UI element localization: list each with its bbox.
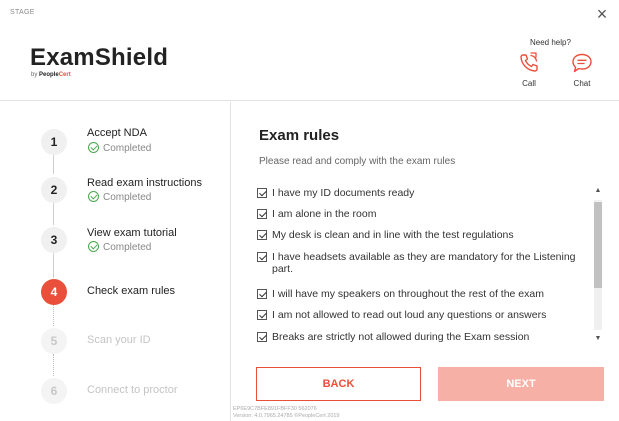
call-label: Call — [522, 79, 536, 88]
step-view-tutorial: 3 View exam tutorial Completed — [0, 227, 230, 267]
checkbox[interactable] — [257, 209, 267, 219]
check-circle-icon — [88, 191, 99, 202]
step-number: 3 — [41, 227, 67, 253]
step-number: 6 — [41, 378, 67, 404]
step-title: Scan your ID — [87, 334, 151, 346]
step-title: Check exam rules — [87, 285, 176, 297]
step-accept-nda: 1 Accept NDA Completed — [0, 124, 230, 164]
checkbox[interactable] — [257, 289, 267, 299]
rule-checkbox-item[interactable]: I will have my speakers on throughout th… — [257, 288, 587, 300]
check-circle-icon — [88, 142, 99, 153]
checkbox[interactable] — [257, 252, 267, 262]
chat-button[interactable]: Chat — [562, 52, 602, 88]
back-button[interactable]: BACK — [256, 367, 421, 401]
step-connect-proctor: 6 Connect to proctor — [0, 378, 230, 418]
step-status: Completed — [88, 142, 151, 154]
next-button[interactable]: NEXT — [438, 367, 604, 401]
checkbox[interactable] — [257, 332, 267, 342]
step-number: 1 — [41, 129, 67, 155]
rule-checkbox-item[interactable]: I am alone in the room — [257, 208, 587, 220]
header: ExamShield by PeopleCert Need help? Call… — [0, 0, 619, 101]
step-number: 4 — [41, 279, 67, 305]
chat-bubble-icon — [572, 53, 592, 73]
phone-call-icon — [520, 52, 538, 72]
rule-checkbox-item[interactable]: Breaks are strictly not allowed during t… — [257, 331, 587, 343]
examshield-logo: ExamShield — [30, 44, 169, 71]
scroll-thumb[interactable] — [594, 202, 602, 288]
steps-sidebar: 1 Accept NDA Completed 2 Read exam instr… — [0, 102, 231, 421]
checkbox[interactable] — [257, 188, 267, 198]
page-subtitle: Please read and comply with the exam rul… — [259, 156, 456, 167]
step-number: 2 — [41, 177, 67, 203]
scroll-down-arrow-icon[interactable]: ▼ — [592, 334, 604, 344]
step-scan-id: 5 Scan your ID — [0, 328, 230, 368]
call-button[interactable]: Call — [509, 52, 549, 88]
step-title: Read exam instructions — [87, 177, 202, 189]
rule-checkbox-item[interactable]: My desk is clean and in line with the te… — [257, 229, 587, 241]
step-status: Completed — [88, 241, 151, 253]
page-title: Exam rules — [259, 127, 340, 144]
chat-label: Chat — [573, 79, 591, 88]
step-read-instructions: 2 Read exam instructions Completed — [0, 177, 230, 217]
step-title: View exam tutorial — [87, 227, 177, 239]
logo-byline: by PeopleCert — [31, 72, 71, 78]
build-info: EP6E9C7BFE891FBFF30 562076 Version: 4.0.… — [233, 406, 340, 419]
checkbox[interactable] — [257, 310, 267, 320]
need-help-label: Need help? — [530, 38, 571, 47]
step-title: Accept NDA — [87, 127, 147, 139]
rule-checkbox-item[interactable]: I am not allowed to read out loud any qu… — [257, 309, 587, 321]
step-number: 5 — [41, 328, 67, 354]
rules-scrollbar[interactable]: ▲ ▼ — [592, 186, 604, 344]
rule-checkbox-item[interactable]: I have my ID documents ready — [257, 187, 587, 199]
main-panel: Exam rules Please read and comply with t… — [232, 102, 619, 421]
checkbox[interactable] — [257, 230, 267, 240]
rule-checkbox-item[interactable]: I have headsets available as they are ma… — [257, 251, 587, 275]
step-title: Connect to proctor — [87, 384, 178, 396]
step-check-exam-rules: 4 Check exam rules — [0, 279, 230, 319]
check-circle-icon — [88, 241, 99, 252]
step-status: Completed — [88, 191, 151, 203]
scroll-up-arrow-icon[interactable]: ▲ — [592, 186, 604, 196]
